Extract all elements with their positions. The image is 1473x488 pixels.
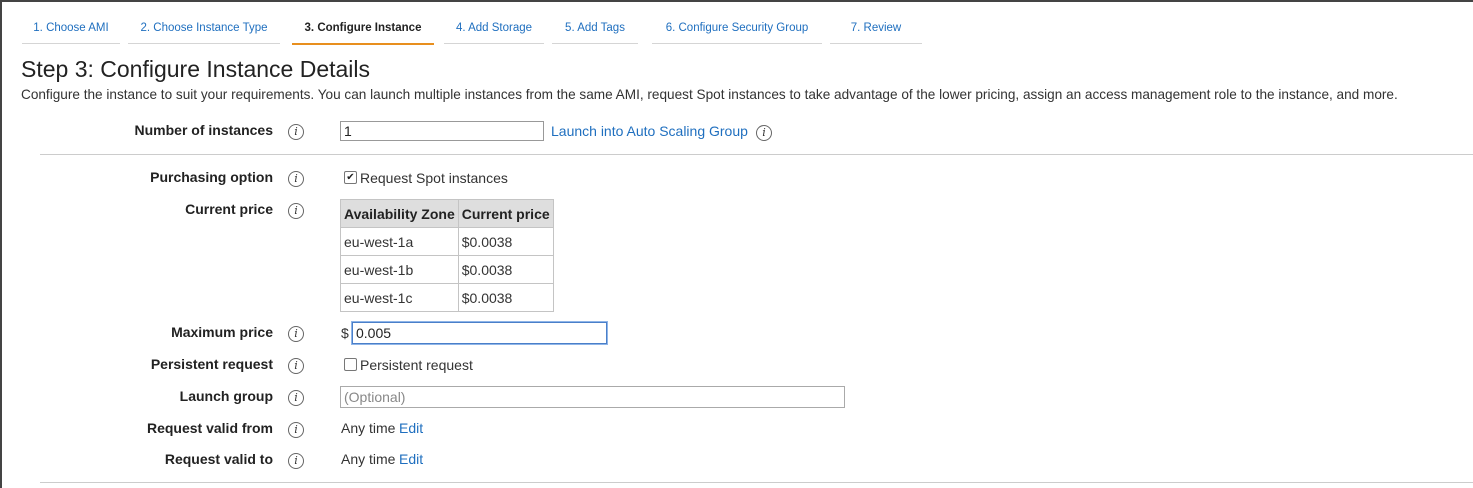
price-cell: $0.0038 — [457, 255, 554, 284]
table-row: eu-west-1b $0.0038 — [340, 255, 554, 284]
request-valid-from-value: Any time — [341, 420, 396, 436]
tab-configure-instance[interactable]: 3. Configure Instance — [292, 15, 434, 45]
number-of-instances-input[interactable] — [340, 121, 544, 141]
launch-group-label: Launch group — [179, 388, 273, 404]
price-cell: $0.0038 — [457, 227, 554, 256]
info-icon[interactable]: i — [288, 124, 304, 140]
current-price-header: Current price — [457, 199, 554, 228]
persistent-request-label: Persistent request — [150, 356, 273, 372]
request-valid-to-value: Any time — [341, 451, 396, 467]
info-icon[interactable]: i — [756, 125, 772, 141]
availability-zone-header: Availability Zone — [340, 199, 459, 228]
request-spot-label: Request Spot instances — [360, 170, 508, 186]
table-row: eu-west-1c $0.0038 — [340, 283, 554, 312]
zone-cell: eu-west-1b — [340, 255, 459, 284]
purchasing-option-label: Purchasing option — [150, 169, 273, 185]
price-cell: $0.0038 — [457, 283, 554, 312]
current-price-table: Availability Zone Current price eu-west-… — [340, 199, 554, 312]
window-left-border — [0, 0, 2, 488]
current-price-label: Current price — [185, 201, 273, 217]
persistent-request-checkbox-label: Persistent request — [360, 357, 473, 373]
number-of-instances-label: Number of instances — [134, 122, 273, 138]
maximum-price-input[interactable] — [352, 322, 607, 344]
info-icon[interactable]: i — [288, 422, 304, 438]
tab-add-storage[interactable]: 4. Add Storage — [444, 15, 544, 44]
table-row: eu-west-1a $0.0038 — [340, 227, 554, 256]
currency-symbol: $ — [341, 325, 349, 341]
tab-choose-ami[interactable]: 1. Choose AMI — [22, 15, 120, 44]
info-icon[interactable]: i — [288, 358, 304, 374]
tab-configure-security-group[interactable]: 6. Configure Security Group — [652, 15, 822, 44]
section-divider — [40, 154, 1473, 155]
launch-group-input[interactable] — [340, 386, 845, 408]
launch-auto-scaling-link[interactable]: Launch into Auto Scaling Group — [551, 123, 748, 139]
request-valid-to-edit-link[interactable]: Edit — [399, 451, 423, 467]
zone-cell: eu-west-1a — [340, 227, 459, 256]
page-title: Step 3: Configure Instance Details — [21, 56, 371, 82]
section-divider — [40, 482, 1473, 483]
maximum-price-label: Maximum price — [171, 324, 273, 340]
window-top-border — [0, 0, 1473, 2]
zone-cell: eu-west-1c — [340, 283, 459, 312]
info-icon[interactable]: i — [288, 203, 304, 219]
page-description: Configure the instance to suit your requ… — [21, 87, 1398, 102]
info-icon[interactable]: i — [288, 390, 304, 406]
info-icon[interactable]: i — [288, 171, 304, 187]
tab-choose-instance-type[interactable]: 2. Choose Instance Type — [128, 15, 280, 44]
request-valid-from-label: Request valid from — [146, 420, 273, 436]
info-icon[interactable]: i — [288, 326, 304, 342]
request-valid-from-edit-link[interactable]: Edit — [399, 420, 423, 436]
request-spot-checkbox[interactable]: ✔ — [344, 171, 357, 184]
request-valid-to-label: Request valid to — [164, 451, 273, 467]
tab-add-tags[interactable]: 5. Add Tags — [552, 15, 638, 44]
persistent-request-checkbox[interactable] — [344, 358, 357, 371]
tab-review[interactable]: 7. Review — [830, 15, 922, 44]
info-icon[interactable]: i — [288, 453, 304, 469]
table-header-row: Availability Zone Current price — [340, 199, 554, 228]
